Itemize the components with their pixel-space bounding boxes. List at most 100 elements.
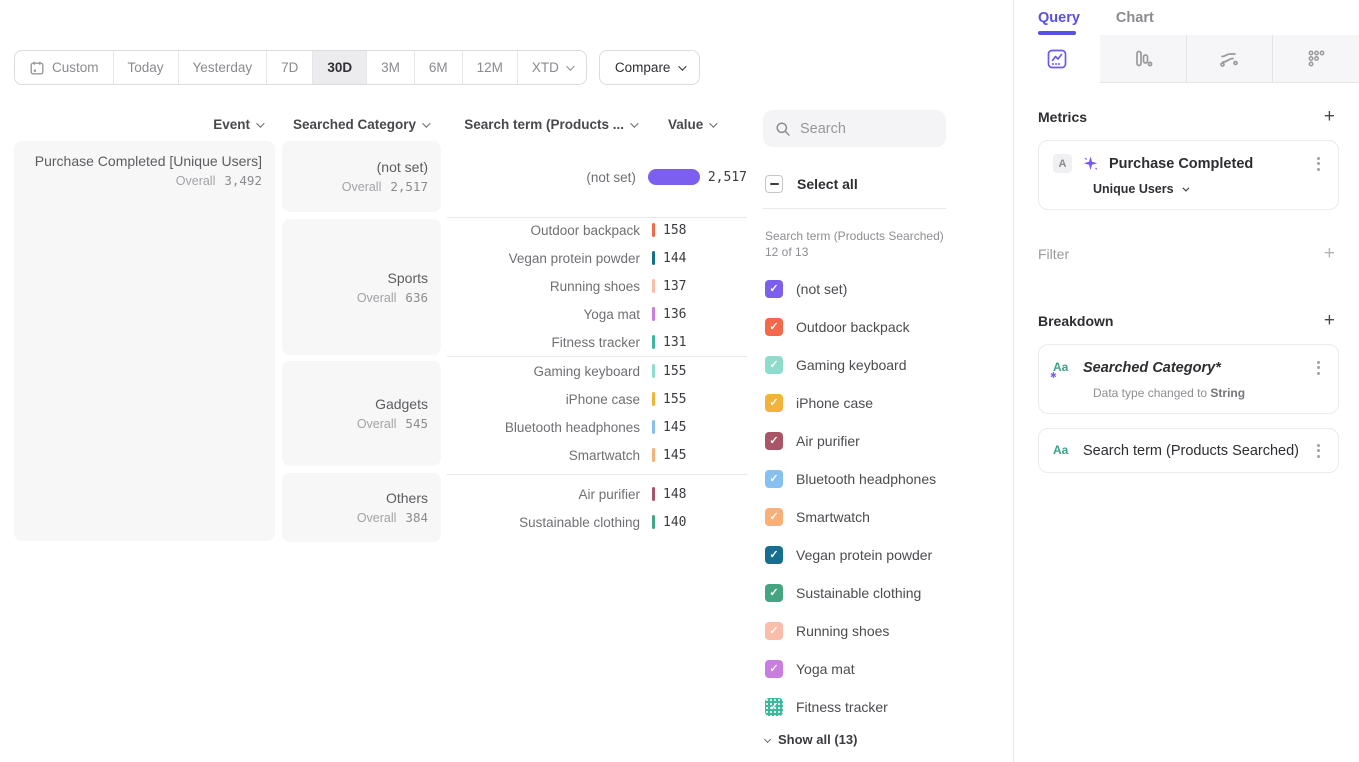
tab-retention[interactable] xyxy=(1272,35,1359,83)
overall-value: 3,492 xyxy=(224,173,262,188)
legend-item-label: iPhone case xyxy=(796,395,873,411)
date-range-today[interactable]: Today xyxy=(113,51,178,84)
breakdown-card[interactable]: Aa Search term (Products Searched) xyxy=(1038,428,1339,473)
measure-selector[interactable]: Unique Users xyxy=(1093,182,1324,196)
check-icon: ✓ xyxy=(769,626,778,637)
category-cell[interactable]: Others Overall 384 xyxy=(282,473,441,542)
add-metric-button[interactable]: + xyxy=(1324,107,1335,126)
legend-item[interactable]: ✓ Running shoes xyxy=(765,612,1005,650)
series-checkbox[interactable]: ✓ xyxy=(765,470,783,488)
tab-flows[interactable] xyxy=(1186,35,1273,83)
column-header-event[interactable]: Event xyxy=(14,117,262,132)
select-all-checkbox[interactable] xyxy=(765,175,783,193)
table-row[interactable]: Yoga mat 136 xyxy=(447,300,747,328)
date-range-6m[interactable]: 6M xyxy=(414,51,462,84)
date-range-label: Custom xyxy=(52,60,99,75)
value-bar xyxy=(652,223,655,237)
show-all-button[interactable]: Show all (13) xyxy=(765,732,857,747)
series-checkbox[interactable]: ✓ xyxy=(765,318,783,336)
event-cell[interactable]: Purchase Completed [Unique Users] Overal… xyxy=(14,141,275,541)
legend-item[interactable]: ✓ Fitness tracker xyxy=(765,688,1005,726)
legend-item[interactable]: ✓ Bluetooth headphones xyxy=(765,460,1005,498)
column-header-searched-category[interactable]: Searched Category xyxy=(240,117,428,132)
show-all-label: Show all (13) xyxy=(778,732,857,747)
compare-button[interactable]: Compare xyxy=(599,50,701,85)
overall-value: 545 xyxy=(405,416,428,431)
date-range-7d[interactable]: 7D xyxy=(266,51,312,84)
add-filter-button[interactable]: + xyxy=(1324,244,1335,263)
table-row[interactable]: Gaming keyboard 155 xyxy=(447,357,747,385)
breakdown-title: Breakdown xyxy=(1038,313,1113,329)
kebab-menu-icon[interactable] xyxy=(1313,442,1324,460)
series-checkbox[interactable]: ✓ xyxy=(765,660,783,678)
series-checkbox[interactable]: ✓ xyxy=(765,356,783,374)
table-row[interactable]: Fitness tracker 131 xyxy=(447,328,747,356)
date-range-yesterday[interactable]: Yesterday xyxy=(178,51,267,84)
legend-item[interactable]: ✓ Outdoor backpack xyxy=(765,308,1005,346)
series-checkbox[interactable]: ✓ xyxy=(765,546,783,564)
legend-item[interactable]: ✓ Yoga mat xyxy=(765,650,1005,688)
series-checkbox[interactable]: ✓ xyxy=(765,394,783,412)
tab-query[interactable]: Query xyxy=(1038,10,1080,35)
tab-insights[interactable] xyxy=(1014,35,1100,83)
table-row[interactable]: Outdoor backpack 158 xyxy=(447,216,747,244)
select-all[interactable]: Select all xyxy=(765,175,858,193)
column-header-search-term[interactable]: Search term (Products ... xyxy=(430,117,636,132)
series-checkbox[interactable]: ✓ xyxy=(765,584,783,602)
category-cell[interactable]: Sports Overall 636 xyxy=(282,219,441,355)
tab-funnels[interactable] xyxy=(1100,35,1186,83)
date-range-custom[interactable]: Custom xyxy=(15,51,113,84)
event-sparkle-icon xyxy=(1082,155,1099,172)
filter-title: Filter xyxy=(1038,246,1069,262)
legend-item[interactable]: ✓ iPhone case xyxy=(765,384,1005,422)
value-bar xyxy=(652,251,655,265)
table-row[interactable]: Bluetooth headphones 145 xyxy=(447,413,747,441)
overall-value: 636 xyxy=(405,290,428,305)
series-checkbox[interactable]: ✓ xyxy=(765,432,783,450)
check-icon: ✓ xyxy=(769,512,778,523)
table-row[interactable]: Sustainable clothing 140 xyxy=(447,508,747,536)
term-value: 144 xyxy=(663,251,686,266)
table-row[interactable]: Air purifier 148 xyxy=(447,480,747,508)
date-range-3m[interactable]: 3M xyxy=(366,51,414,84)
table-row[interactable]: Vegan protein powder 144 xyxy=(447,244,747,272)
series-checkbox[interactable]: ✓ xyxy=(765,698,783,716)
category-cell[interactable]: (not set) Overall 2,517 xyxy=(282,141,441,212)
add-breakdown-button[interactable]: + xyxy=(1324,311,1335,330)
series-checkbox[interactable]: ✓ xyxy=(765,622,783,640)
breakdown-card[interactable]: Aa ✱ Searched Category* Data type change… xyxy=(1038,344,1339,414)
table-row[interactable]: (not set) 2,517 xyxy=(447,163,747,191)
table-row[interactable]: Running shoes 137 xyxy=(447,272,747,300)
legend-item[interactable]: ✓ Air purifier xyxy=(765,422,1005,460)
column-header-value[interactable]: Value xyxy=(668,117,748,132)
legend-item-label: Vegan protein powder xyxy=(796,547,932,563)
term-label: Sustainable clothing xyxy=(447,515,640,530)
tab-chart[interactable]: Chart xyxy=(1116,10,1154,35)
metric-badge: A xyxy=(1053,154,1072,173)
category-cell[interactable]: Gadgets Overall 545 xyxy=(282,361,441,466)
legend-item[interactable]: ✓ Sustainable clothing xyxy=(765,574,1005,612)
date-range-30d[interactable]: 30D xyxy=(312,51,366,84)
category-name: Others xyxy=(386,490,428,506)
series-checkbox[interactable]: ✓ xyxy=(765,280,783,298)
select-all-label: Select all xyxy=(797,176,858,192)
legend-item[interactable]: ✓ Smartwatch xyxy=(765,498,1005,536)
metrics-title: Metrics xyxy=(1038,109,1087,125)
search-input[interactable] xyxy=(800,121,920,137)
table-row[interactable]: Smartwatch 145 xyxy=(447,441,747,469)
date-range-xtd[interactable]: XTD xyxy=(517,51,586,84)
table-row[interactable]: iPhone case 155 xyxy=(447,385,747,413)
kebab-menu-icon[interactable] xyxy=(1313,155,1324,173)
date-range-12m[interactable]: 12M xyxy=(462,51,517,84)
kebab-menu-icon[interactable] xyxy=(1313,359,1324,377)
term-value: 155 xyxy=(663,392,686,407)
value-bar xyxy=(652,420,655,434)
string-property-icon: Aa xyxy=(1053,441,1073,460)
modified-star-icon: ✱ xyxy=(1050,371,1057,380)
category-name: (not set) xyxy=(377,159,428,175)
legend-item[interactable]: ✓ Gaming keyboard xyxy=(765,346,1005,384)
legend-item[interactable]: ✓ Vegan protein powder xyxy=(765,536,1005,574)
legend-item[interactable]: ✓ (not set) xyxy=(765,270,1005,308)
metric-card[interactable]: A Purchase Completed Unique Users xyxy=(1038,140,1339,210)
series-checkbox[interactable]: ✓ xyxy=(765,508,783,526)
